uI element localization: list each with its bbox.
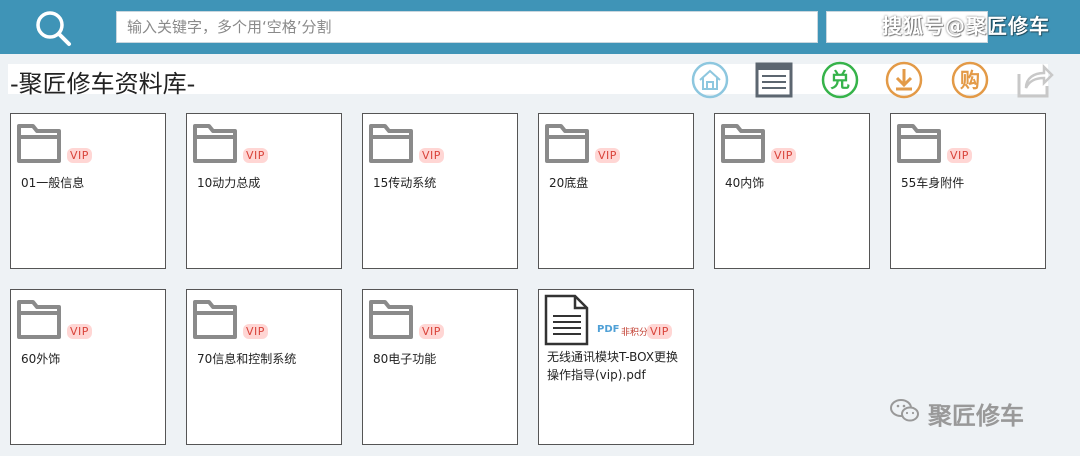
- file-label: 无线通讯模块T-BOX更换操作指导(vip).pdf: [547, 350, 679, 382]
- watermark-bottom-text: 聚匠修车: [928, 402, 1024, 430]
- share-icon[interactable]: [1014, 60, 1054, 100]
- file-tile[interactable]: PDF 非积分 VIP 无线通讯模块T-BOX更换操作指导(vip).pdf: [538, 289, 694, 445]
- vip-badge: VIP: [595, 148, 620, 163]
- home-icon[interactable]: [690, 60, 730, 100]
- folder-label: 40内饰: [725, 176, 765, 190]
- vip-badge: VIP: [243, 324, 268, 339]
- redeem-icon[interactable]: 兑: [820, 60, 860, 100]
- watermark-text: 搜狐号@聚匠修车: [882, 14, 1050, 38]
- svg-text:兑: 兑: [830, 68, 850, 92]
- svg-text:购: 购: [960, 68, 980, 92]
- vip-badge: VIP: [243, 148, 268, 163]
- vip-badge: VIP: [771, 148, 796, 163]
- vip-badge: VIP: [67, 324, 92, 339]
- folder-label: 15传动系统: [373, 176, 437, 190]
- search-input[interactable]: [116, 11, 818, 43]
- vip-badge: VIP: [67, 148, 92, 163]
- folder-icon: [193, 300, 237, 339]
- folder-icon: [897, 124, 941, 163]
- folder-tile[interactable]: VIP 15传动系统: [362, 113, 518, 269]
- folder-icon: [193, 124, 237, 163]
- folder-label: 70信息和控制系统: [197, 352, 297, 366]
- download-icon[interactable]: [884, 60, 924, 100]
- list-icon[interactable]: [754, 60, 794, 100]
- folder-icon: [721, 124, 765, 163]
- page-title: -聚匠修车资料库-: [10, 70, 196, 98]
- folder-label: 60外饰: [21, 352, 61, 366]
- wechat-icon: [890, 399, 919, 422]
- folder-label: 55车身附件: [901, 176, 965, 190]
- folder-label: 10动力总成: [197, 176, 261, 190]
- vip-badge: VIP: [647, 324, 672, 339]
- folder-tile[interactable]: VIP 01一般信息: [10, 113, 166, 269]
- points-badge: 非积分: [621, 328, 649, 338]
- folder-label: 20底盘: [549, 176, 589, 190]
- folder-label: 80电子功能: [373, 352, 437, 366]
- folder-tile[interactable]: VIP 55车身附件: [890, 113, 1046, 269]
- vip-badge: VIP: [419, 148, 444, 163]
- folder-tile[interactable]: VIP 20底盘: [538, 113, 694, 269]
- folder-icon: [545, 124, 589, 163]
- folder-icon: [17, 124, 61, 163]
- folder-tile[interactable]: VIP 40内饰: [714, 113, 870, 269]
- folder-icon: [17, 300, 61, 339]
- document-icon: [544, 294, 589, 346]
- folder-icon: [369, 300, 413, 339]
- buy-icon[interactable]: 购: [950, 60, 990, 100]
- folder-icon: [369, 124, 413, 163]
- pdf-badge: PDF: [597, 324, 620, 335]
- folder-tile[interactable]: VIP 80电子功能: [362, 289, 518, 445]
- top-bar: 搜狐号@聚匠修车: [0, 0, 1080, 54]
- folder-tile[interactable]: VIP 60外饰: [10, 289, 166, 445]
- vip-badge: VIP: [419, 324, 444, 339]
- folder-tile[interactable]: VIP 70信息和控制系统: [186, 289, 342, 445]
- vip-badge: VIP: [947, 148, 972, 163]
- folder-label: 01一般信息: [21, 176, 85, 190]
- search-icon[interactable]: [32, 8, 76, 48]
- folder-tile[interactable]: VIP 10动力总成: [186, 113, 342, 269]
